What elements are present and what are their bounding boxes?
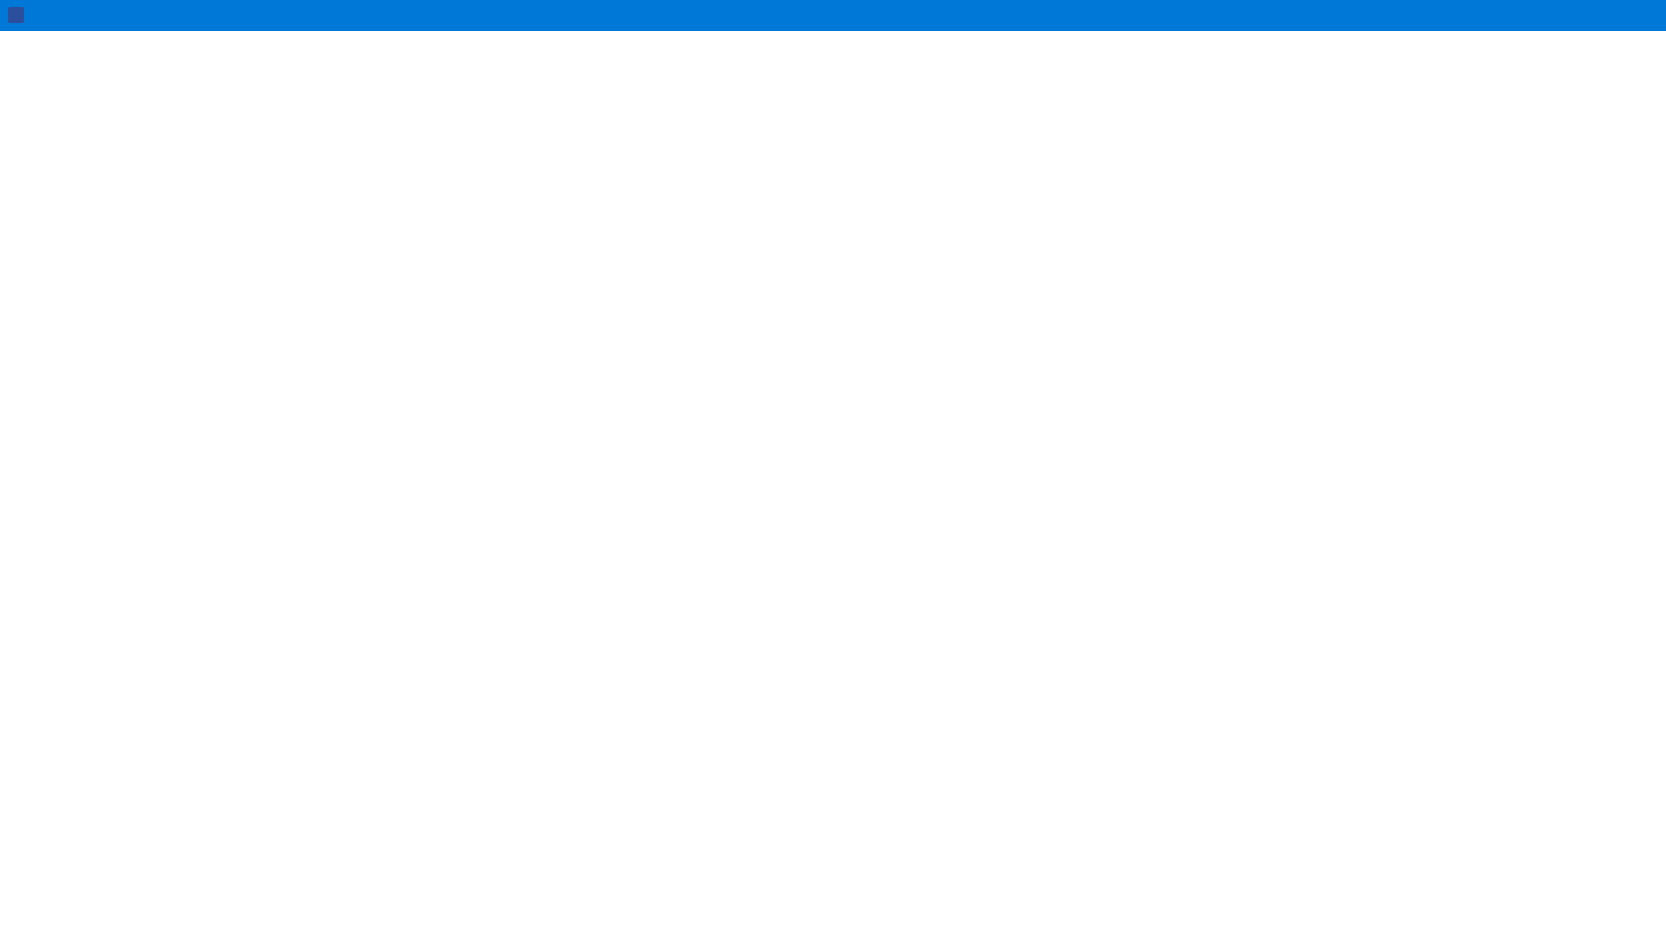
fdrs-app-icon bbox=[8, 7, 24, 23]
title-bar bbox=[0, 0, 1666, 31]
unused bbox=[1572, 0, 1618, 31]
